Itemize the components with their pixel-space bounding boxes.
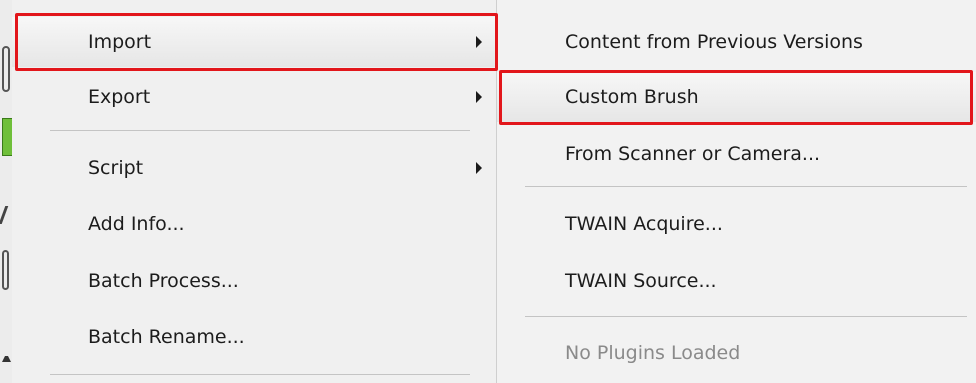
toolbar-glyph bbox=[2, 46, 10, 92]
menu-item-label: Export bbox=[88, 86, 151, 108]
import-submenu: Content from Previous Versions Custom Br… bbox=[497, 0, 976, 383]
menu-item-batch-rename[interactable]: Batch Rename... bbox=[12, 312, 496, 362]
menu-item-label: No Plugins Loaded bbox=[565, 342, 741, 364]
submenu-arrow-icon bbox=[476, 162, 482, 174]
submenu-item-content-previous-versions[interactable]: Content from Previous Versions bbox=[497, 17, 976, 67]
submenu-item-twain-source[interactable]: TWAIN Source... bbox=[497, 256, 976, 306]
menu-item-label: TWAIN Acquire... bbox=[565, 213, 723, 235]
menu-item-add-info[interactable]: Add Info... bbox=[12, 199, 496, 249]
submenu-arrow-icon bbox=[476, 36, 482, 48]
menu-item-export[interactable]: Export bbox=[12, 72, 496, 122]
menu-item-label: Batch Rename... bbox=[88, 326, 245, 348]
submenu-item-from-scanner-camera[interactable]: From Scanner or Camera... bbox=[497, 129, 976, 179]
menu-separator bbox=[525, 316, 967, 317]
submenu-item-no-plugins-loaded: No Plugins Loaded bbox=[497, 328, 976, 378]
submenu-item-twain-acquire[interactable]: TWAIN Acquire... bbox=[497, 199, 976, 249]
toolbar-glyph bbox=[2, 342, 11, 362]
menu-item-label: From Scanner or Camera... bbox=[565, 143, 821, 165]
menu-item-label: TWAIN Source... bbox=[565, 270, 717, 292]
context-menu: Import Export Script Add Info... Batch P… bbox=[12, 0, 497, 383]
menu-separator bbox=[525, 186, 967, 187]
submenu-arrow-icon bbox=[476, 91, 482, 103]
menu-item-label: Script bbox=[88, 157, 144, 179]
toolbar-glyph bbox=[2, 250, 9, 290]
menu-separator bbox=[50, 130, 470, 131]
menu-item-label: Custom Brush bbox=[565, 86, 699, 108]
menu-item-label: Batch Process... bbox=[88, 270, 239, 292]
menu-item-label: Add Info... bbox=[88, 213, 185, 235]
menu-item-batch-process[interactable]: Batch Process... bbox=[12, 256, 496, 306]
menu-item-label: Content from Previous Versions bbox=[565, 31, 863, 53]
menu-item-script[interactable]: Script bbox=[12, 143, 496, 193]
menu-separator bbox=[50, 374, 470, 375]
submenu-item-custom-brush[interactable]: Custom Brush bbox=[497, 72, 976, 122]
menu-item-import[interactable]: Import bbox=[12, 17, 496, 67]
menu-item-label: Import bbox=[88, 31, 152, 53]
